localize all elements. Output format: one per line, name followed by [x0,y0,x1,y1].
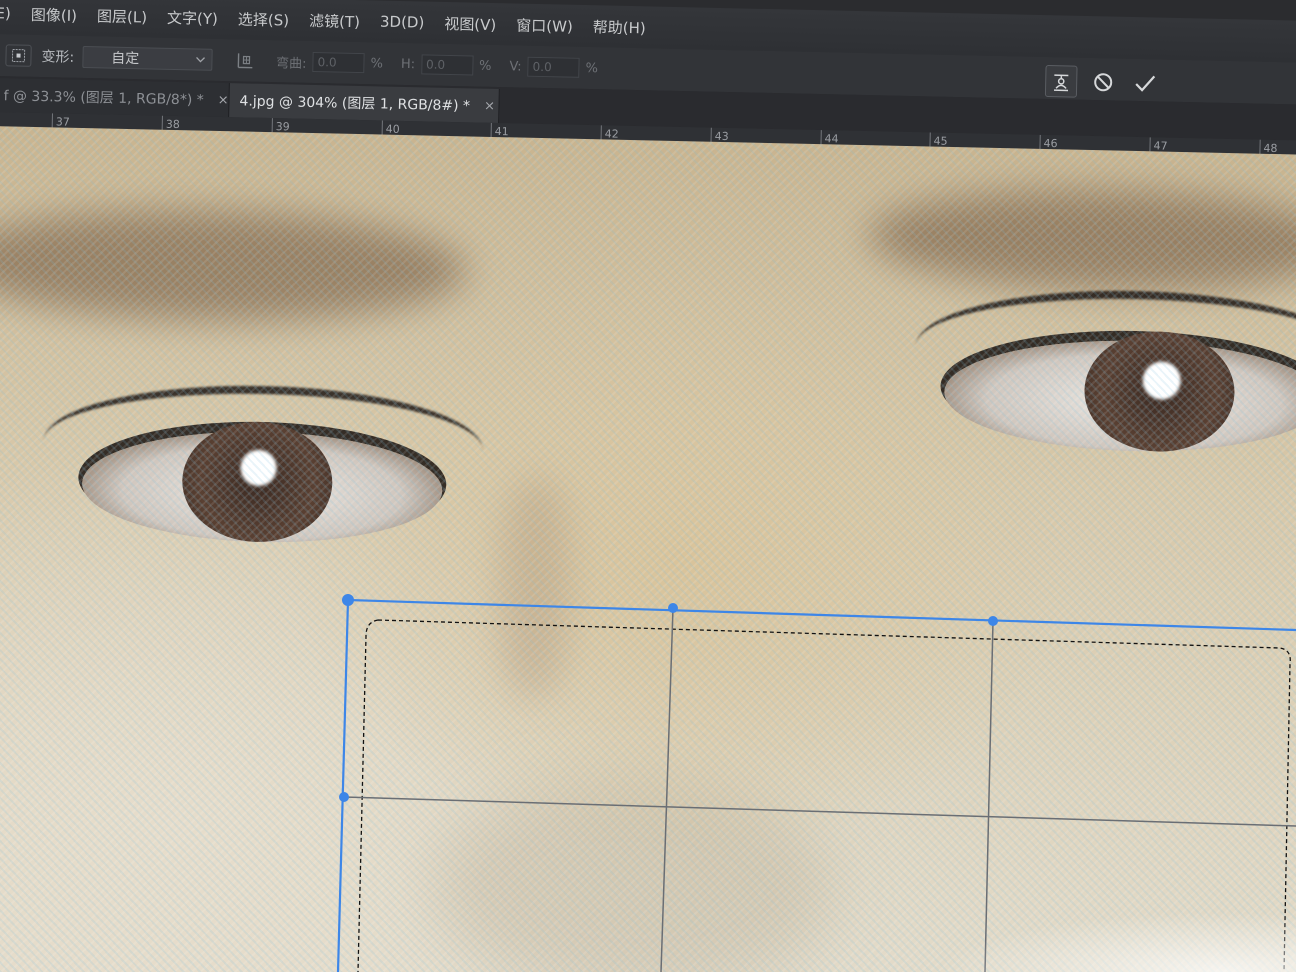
v-distort-label: V: [509,58,522,75]
bend-label: 弯曲: [275,55,307,72]
transform-actions [1044,64,1162,100]
warp-handle-left-1[interactable] [339,792,349,802]
right-eyebrow [866,185,1296,296]
commit-transform-icon [1135,75,1156,92]
warp-handle-top-2[interactable] [988,616,998,626]
v-distort-percent: % [585,60,599,76]
warp-style-select[interactable]: 自定 [81,45,213,71]
screen-glare [936,912,1296,972]
warp-handle-top-1[interactable] [668,603,678,613]
h-distort-input[interactable]: 0.0 [420,54,474,76]
close-icon[interactable]: × [218,92,229,107]
nose-bridge-shadow [497,477,573,699]
warp-grid-toggle-icon[interactable] [232,47,259,74]
left-eyebrow [0,205,469,327]
document-tab-label: f @ 33.3% (图层 1, RGB/8*) * [3,88,204,109]
change-warp-orientation-icon [237,53,253,69]
bend-input[interactable]: 0.0 [312,52,365,74]
warp-handle-top-left[interactable] [342,594,354,606]
menu-item-3d[interactable]: 3D(D) [380,13,425,32]
menu-item-image[interactable]: 图像(I) [31,3,78,25]
menu-item-layer[interactable]: 图层(L) [97,5,148,27]
cancel-transform-icon [1094,73,1113,92]
puppet-warp-icon[interactable] [1044,64,1078,98]
nose-shadow [431,775,836,972]
warp-style-value: 自定 [111,50,140,68]
h-distort-label: H: [400,56,416,72]
document-tab-label: 4.jpg @ 304% (图层 1, RGB/8#) * [239,93,471,115]
menu-item-filter[interactable]: 滤镜(T) [309,10,360,32]
menu-item-help[interactable]: 帮助(H) [593,16,646,38]
document-canvas[interactable] [0,126,1296,972]
puppet-warp-glyph [1054,74,1069,92]
cancel-transform-button[interactable] [1087,66,1120,99]
warp-label: 变形: [41,49,75,66]
menu-item-type[interactable]: 文字(Y) [167,6,218,28]
warp-tool-icon[interactable] [5,44,32,67]
menu-item-edit[interactable]: E) [0,4,11,22]
bend-percent: % [370,55,384,72]
h-distort-percent: % [478,58,492,74]
warp-grid-icon [11,48,26,63]
document-tab-1[interactable]: f @ 33.3% (图层 1, RGB/8*) * × [0,77,230,118]
menu-item-select[interactable]: 选择(S) [238,8,290,30]
v-distort-input[interactable]: 0.0 [527,56,580,78]
menu-item-view[interactable]: 视图(V) [444,13,496,35]
commit-transform-button[interactable] [1129,67,1162,100]
chevron-down-icon [195,57,205,63]
photoshop-window: E) 图像(I) 图层(L) 文字(Y) 选择(S) 滤镜(T) 3D(D) 视… [0,0,1296,972]
menu-item-window[interactable]: 窗口(W) [516,14,573,36]
close-icon[interactable]: × [484,98,495,113]
